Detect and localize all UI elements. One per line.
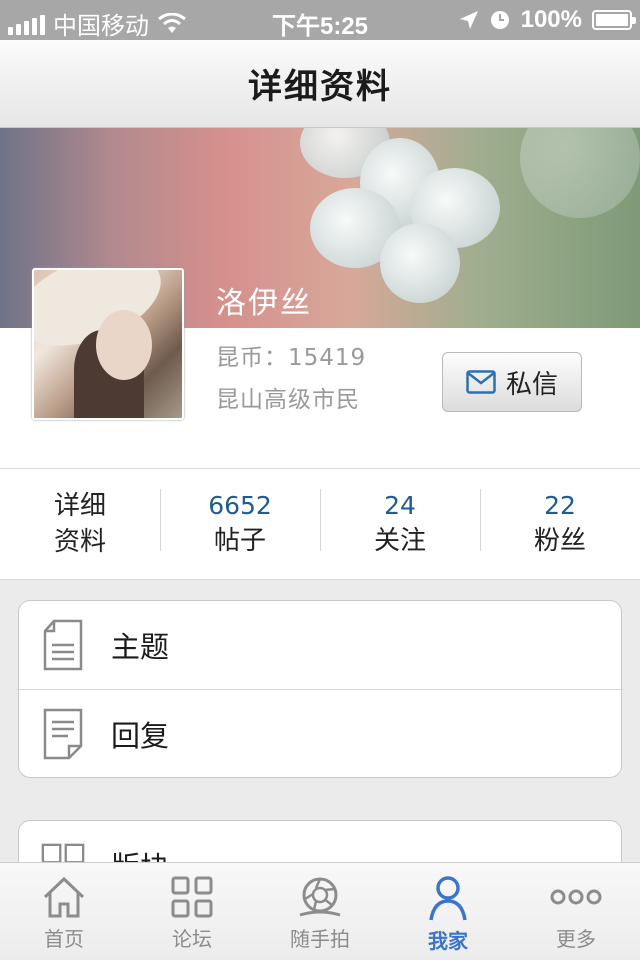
tab-my-home[interactable]: 我家	[384, 863, 512, 960]
stat-details-line1: 详细	[53, 491, 106, 521]
following-count: 24	[384, 491, 416, 520]
tab-my-home-label: 我家	[428, 929, 468, 953]
tab-bar: 首页 论坛 随手拍 我家 更多	[0, 862, 640, 960]
status-right: 100%	[459, 6, 636, 34]
stat-following[interactable]: 24 关注	[320, 469, 480, 579]
followers-label: 粉丝	[533, 526, 586, 556]
replies-label: 回复	[111, 718, 170, 753]
stats-bar: 详细 资料 6652 帖子 24 关注 22 粉丝	[0, 468, 640, 580]
tab-more[interactable]: 更多	[512, 863, 640, 960]
stat-posts[interactable]: 6652 帖子	[160, 469, 320, 579]
tab-home[interactable]: 首页	[0, 863, 128, 960]
followers-count: 22	[544, 491, 576, 520]
list-item-replies[interactable]: 回复	[19, 689, 621, 777]
more-dots-icon	[550, 889, 602, 905]
stat-details[interactable]: 详细 资料	[0, 469, 160, 579]
envelope-icon	[466, 370, 496, 394]
document-icon	[41, 619, 85, 671]
list-item-topics[interactable]: 主题	[19, 601, 621, 689]
username: 洛伊丝	[216, 286, 312, 321]
stat-details-line2: 资料	[53, 527, 106, 557]
reply-document-icon	[41, 708, 85, 760]
activity-list: 主题 回复	[18, 600, 622, 778]
person-icon	[429, 876, 467, 921]
location-arrow-icon	[459, 11, 478, 29]
page-title: 详细资料	[248, 67, 392, 107]
tab-snapshot-label: 随手拍	[290, 927, 350, 951]
tab-forum[interactable]: 论坛	[128, 863, 256, 960]
home-icon	[43, 876, 85, 918]
private-message-button[interactable]: 私信	[442, 352, 582, 412]
private-message-label: 私信	[505, 369, 558, 400]
battery-icon	[592, 10, 636, 30]
camera-aperture-icon	[299, 877, 341, 917]
posts-count: 6652	[208, 491, 272, 520]
tab-more-label: 更多	[556, 927, 596, 951]
following-label: 关注	[373, 526, 426, 556]
user-rank: 昆山高级市民	[216, 387, 360, 413]
topics-label: 主题	[111, 630, 170, 664]
forum-grid-icon	[171, 876, 213, 918]
coins-balance: 昆币：15419	[216, 345, 367, 371]
navigation-bar: 详细资料	[0, 40, 640, 128]
tab-home-label: 首页	[44, 927, 84, 951]
battery-percent: 100%	[520, 6, 582, 33]
stat-followers[interactable]: 22 粉丝	[480, 469, 640, 579]
status-bar: 中国移动 下午5:25 100%	[0, 0, 640, 40]
posts-label: 帖子	[213, 526, 266, 556]
avatar[interactable]	[32, 268, 184, 420]
alarm-clock-icon	[490, 11, 509, 29]
tab-forum-label: 论坛	[172, 927, 212, 951]
tab-snapshot[interactable]: 随手拍	[256, 863, 384, 960]
